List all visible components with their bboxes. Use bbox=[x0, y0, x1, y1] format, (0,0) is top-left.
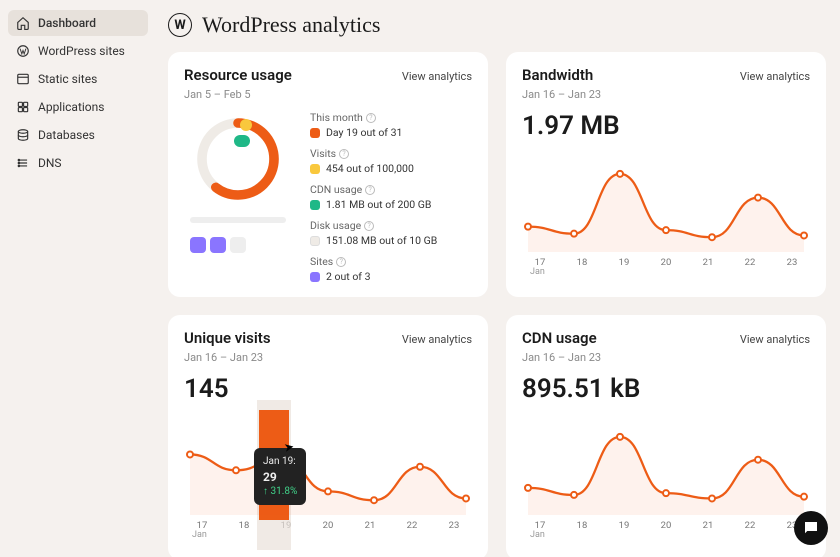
chat-icon bbox=[802, 519, 820, 537]
card-title: Bandwidth bbox=[522, 66, 593, 84]
metric-value: 895.51 kB bbox=[522, 374, 810, 404]
site-square-empty bbox=[230, 237, 246, 253]
color-chip-icon bbox=[310, 128, 320, 138]
visits-chart: Jan 19: 29 ↑ 31.8% ➤ 17181920212223 Jan bbox=[184, 410, 472, 550]
resource-item-month: This month? Day 19 out of 31 bbox=[310, 111, 437, 139]
axis-tick: 23 bbox=[440, 520, 468, 531]
card-unique-visits: Unique visits View analytics Jan 16 – Ja… bbox=[168, 315, 488, 557]
resource-item-cdn: CDN usage? 1.81 MB out of 200 GB bbox=[310, 183, 437, 211]
axis-tick: 21 bbox=[694, 257, 722, 268]
wordpress-icon bbox=[16, 44, 30, 58]
resource-list: This month? Day 19 out of 31 Visits? 454… bbox=[310, 111, 437, 283]
chat-button[interactable] bbox=[794, 511, 828, 545]
date-range: Jan 5 – Feb 5 bbox=[184, 88, 472, 101]
card-title: Unique visits bbox=[184, 329, 271, 347]
cursor-icon: ➤ bbox=[283, 439, 295, 455]
card-resource-usage: Resource usage View analytics Jan 5 – Fe… bbox=[168, 52, 488, 297]
view-analytics-link[interactable]: View analytics bbox=[402, 70, 472, 83]
axis-tick: 21 bbox=[356, 520, 384, 531]
axis-tick: 18 bbox=[568, 520, 596, 531]
cdn-chart: 17181920212223 Jan bbox=[522, 410, 810, 550]
sidebar-item-label: Static sites bbox=[38, 72, 97, 86]
site-square bbox=[190, 237, 206, 253]
resource-item-sites: Sites? 2 out of 3 bbox=[310, 255, 437, 283]
arrow-up-icon: ↑ bbox=[263, 486, 268, 497]
donut-blob-green bbox=[234, 135, 250, 147]
help-icon[interactable]: ? bbox=[364, 221, 374, 231]
axis-tick: 22 bbox=[398, 520, 426, 531]
main: W WordPress analytics Resource usage Vie… bbox=[156, 0, 840, 557]
axis-tick: 23 bbox=[778, 257, 806, 268]
wordpress-logo-icon: W bbox=[168, 13, 192, 37]
database-icon bbox=[16, 128, 30, 142]
donut-blob-yellow bbox=[240, 119, 252, 131]
help-icon[interactable]: ? bbox=[366, 113, 376, 123]
sidebar-item-label: Dashboard bbox=[38, 16, 96, 30]
card-bandwidth: Bandwidth View analytics Jan 16 – Jan 23… bbox=[506, 52, 826, 297]
sidebar-item-dns[interactable]: DNS bbox=[8, 150, 148, 176]
view-analytics-link[interactable]: View analytics bbox=[402, 333, 472, 346]
axis-tick: 19 bbox=[610, 520, 638, 531]
sidebar-item-static-sites[interactable]: Static sites bbox=[8, 66, 148, 92]
resource-item-visits: Visits? 454 out of 100,000 bbox=[310, 147, 437, 175]
sidebar-item-dashboard[interactable]: Dashboard bbox=[8, 10, 148, 36]
axis-tick: 20 bbox=[652, 257, 680, 268]
card-cdn-usage: CDN usage View analytics Jan 16 – Jan 23… bbox=[506, 315, 826, 557]
date-range: Jan 16 – Jan 23 bbox=[522, 351, 810, 364]
card-title: Resource usage bbox=[184, 66, 292, 84]
cards-grid: Resource usage View analytics Jan 5 – Fe… bbox=[168, 52, 826, 557]
sidebar-item-wordpress-sites[interactable]: WordPress sites bbox=[8, 38, 148, 64]
metric-value: 1.97 MB bbox=[522, 111, 810, 141]
view-analytics-link[interactable]: View analytics bbox=[740, 70, 810, 83]
sidebar-item-label: WordPress sites bbox=[38, 44, 125, 58]
help-icon[interactable]: ? bbox=[336, 257, 346, 267]
sidebar-item-label: DNS bbox=[38, 156, 62, 170]
color-chip-icon bbox=[310, 200, 320, 210]
sidebar-item-databases[interactable]: Databases bbox=[8, 122, 148, 148]
page-header: W WordPress analytics bbox=[168, 12, 826, 38]
view-analytics-link[interactable]: View analytics bbox=[740, 333, 810, 346]
help-icon[interactable]: ? bbox=[339, 149, 349, 159]
help-icon[interactable]: ? bbox=[365, 185, 375, 195]
axis-tick: 20 bbox=[652, 520, 680, 531]
sidebar-item-label: Databases bbox=[38, 128, 95, 142]
axis-tick: 22 bbox=[736, 257, 764, 268]
browser-icon bbox=[16, 72, 30, 86]
site-square bbox=[210, 237, 226, 253]
dns-icon bbox=[16, 156, 30, 170]
chart-tooltip: Jan 19: 29 ↑ 31.8% bbox=[254, 448, 306, 505]
resource-item-disk: Disk usage? 151.08 MB out of 10 GB bbox=[310, 219, 437, 247]
axis-tick: 18 bbox=[568, 257, 596, 268]
bandwidth-chart: 17181920212223 Jan bbox=[522, 147, 810, 287]
color-chip-icon bbox=[310, 272, 320, 282]
sidebar-item-applications[interactable]: Applications bbox=[8, 94, 148, 120]
page-title: WordPress analytics bbox=[202, 12, 380, 38]
house-icon bbox=[16, 16, 30, 30]
date-range: Jan 16 – Jan 23 bbox=[184, 351, 472, 364]
metric-value: 145 bbox=[184, 374, 472, 404]
disk-usage-bar bbox=[190, 217, 286, 223]
sidebar: Dashboard WordPress sites Static sites A… bbox=[0, 0, 156, 557]
axis-tick: 22 bbox=[736, 520, 764, 531]
date-range: Jan 16 – Jan 23 bbox=[522, 88, 810, 101]
card-title: CDN usage bbox=[522, 329, 597, 347]
axis-tick: 19 bbox=[610, 257, 638, 268]
grid-icon bbox=[16, 100, 30, 114]
resource-donut bbox=[190, 111, 286, 207]
axis-tick: 18 bbox=[230, 520, 258, 531]
axis-tick: 21 bbox=[694, 520, 722, 531]
color-chip-icon bbox=[310, 236, 320, 246]
color-chip-icon bbox=[310, 164, 320, 174]
sidebar-item-label: Applications bbox=[38, 100, 104, 114]
axis-tick: 20 bbox=[314, 520, 342, 531]
sites-indicator bbox=[190, 237, 292, 253]
